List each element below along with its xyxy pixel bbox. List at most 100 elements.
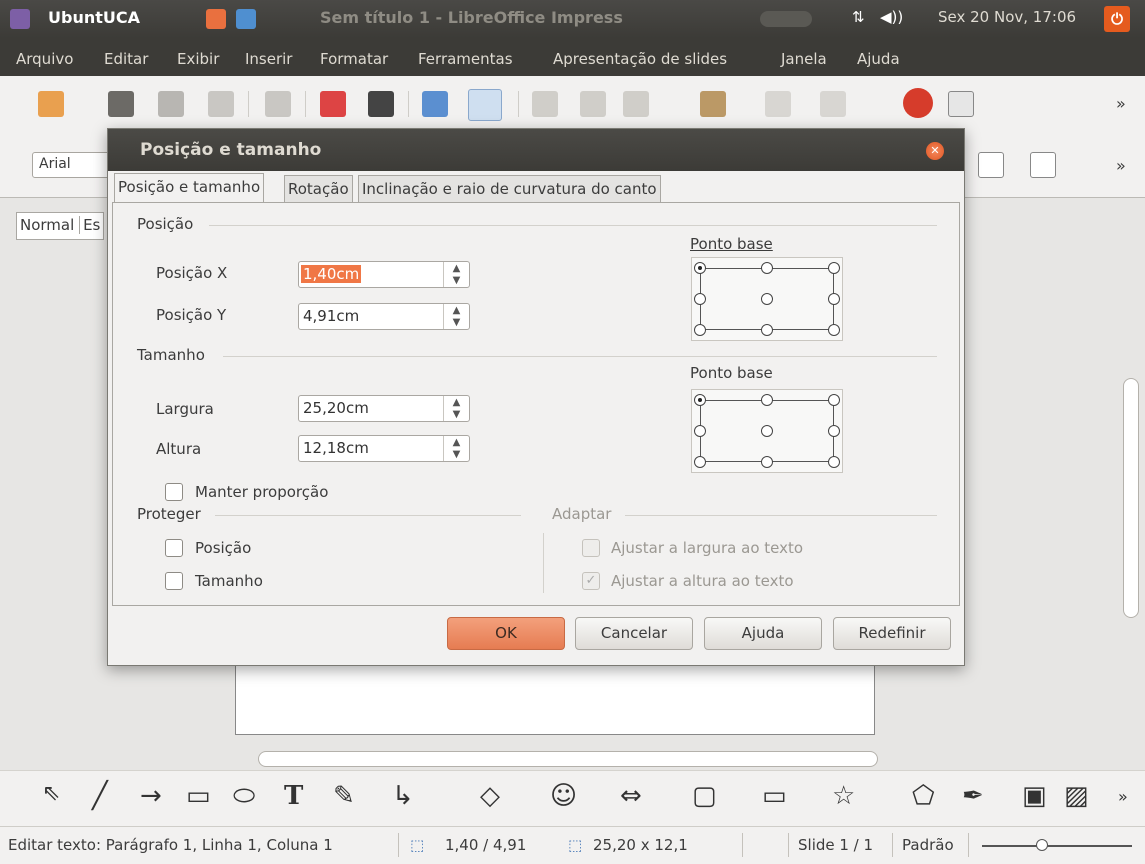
menu-editar[interactable]: Editar <box>104 50 148 68</box>
ellipse-icon[interactable]: ⬭ <box>233 781 255 812</box>
pdf-icon[interactable] <box>320 91 346 117</box>
base-point-grid-position[interactable] <box>691 257 843 341</box>
document-icon[interactable] <box>236 9 256 29</box>
block-arrows-icon[interactable]: ⇔ <box>620 781 642 811</box>
email-icon[interactable] <box>208 91 234 117</box>
copy-icon[interactable] <box>580 91 606 117</box>
point-middle-left[interactable] <box>694 293 706 305</box>
chart-icon[interactable] <box>903 88 933 118</box>
view-tab-normal[interactable]: Normal Es <box>16 212 105 240</box>
spellcheck-icon[interactable] <box>422 91 448 117</box>
menu-ajuda[interactable]: Ajuda <box>857 50 900 68</box>
network-icon[interactable]: ⇅ <box>852 8 865 26</box>
close-icon[interactable]: ✕ <box>926 142 944 160</box>
horizontal-scroll-thumb[interactable] <box>258 751 878 767</box>
font-name-box[interactable]: Arial <box>32 152 112 178</box>
cancel-button[interactable]: Cancelar <box>575 617 693 650</box>
text-icon[interactable]: T <box>284 781 303 811</box>
table-icon[interactable] <box>948 91 974 117</box>
point-bottom-left[interactable] <box>694 456 706 468</box>
edit-icon[interactable] <box>265 91 291 117</box>
point-bottom-right[interactable] <box>828 324 840 336</box>
fit-width-checkbox[interactable] <box>582 539 600 557</box>
spin-arrows-icon[interactable]: ▲ ▼ <box>443 396 469 421</box>
point-top-left[interactable] <box>694 394 706 406</box>
fit-height-checkbox[interactable]: ✓ <box>582 572 600 590</box>
point-middle-right[interactable] <box>828 425 840 437</box>
clone-format-icon[interactable] <box>700 91 726 117</box>
status-layout[interactable]: Padrão <box>902 836 954 854</box>
symbol-shapes-icon[interactable]: ☺ <box>550 781 577 811</box>
help-button[interactable]: Ajuda <box>704 617 822 650</box>
autospell-icon[interactable] <box>468 89 502 121</box>
zoom-slider-handle[interactable] <box>1036 839 1048 851</box>
paste-icon[interactable] <box>623 91 649 117</box>
menu-ferramentas[interactable]: Ferramentas <box>418 50 513 68</box>
spin-arrows-icon[interactable]: ▲ ▼ <box>443 304 469 329</box>
point-bottom-center[interactable] <box>761 324 773 336</box>
zoom-slider[interactable] <box>982 845 1132 847</box>
format-overflow-icon[interactable]: » <box>1116 156 1126 175</box>
toolbar-overflow-icon[interactable]: » <box>1116 94 1126 113</box>
base-point-grid-size[interactable] <box>691 389 843 473</box>
reset-button[interactable]: Redefinir <box>833 617 951 650</box>
cut-icon[interactable] <box>532 91 558 117</box>
protect-size-checkbox[interactable] <box>165 572 183 590</box>
point-top-left[interactable] <box>694 262 706 274</box>
height-field[interactable]: 12,18cm ▲ ▼ <box>298 435 470 462</box>
menu-apresentacao[interactable]: Apresentação de slides <box>553 50 727 68</box>
ok-button[interactable]: OK <box>447 617 565 650</box>
point-center[interactable] <box>761 293 773 305</box>
protect-position-checkbox[interactable] <box>165 539 183 557</box>
save-icon[interactable] <box>158 91 184 117</box>
tab-rotation[interactable]: Rotação <box>284 175 353 202</box>
decrease-font-icon[interactable] <box>1030 152 1056 178</box>
line-icon[interactable]: ╱ <box>92 781 108 811</box>
point-center[interactable] <box>761 425 773 437</box>
point-bottom-center[interactable] <box>761 456 773 468</box>
window-controls-icon[interactable] <box>760 11 812 27</box>
select-icon[interactable]: ⇖ <box>42 781 60 806</box>
point-bottom-left[interactable] <box>694 324 706 336</box>
menu-formatar[interactable]: Formatar <box>320 50 388 68</box>
vertical-scroll-thumb[interactable] <box>1123 378 1139 618</box>
print-icon[interactable] <box>368 91 394 117</box>
spin-arrows-icon[interactable]: ▲ ▼ <box>443 436 469 461</box>
draw-overflow-icon[interactable]: » <box>1118 787 1128 806</box>
basic-shapes-icon[interactable]: ◇ <box>480 781 500 811</box>
spin-arrows-icon[interactable]: ▲ ▼ <box>443 262 469 287</box>
arrow-line-icon[interactable]: → <box>140 781 162 811</box>
stars-icon[interactable]: ☆ <box>832 781 855 811</box>
open-icon[interactable] <box>108 91 134 117</box>
tab-position-size[interactable]: Posição e tamanho <box>114 173 265 203</box>
point-top-right[interactable] <box>828 394 840 406</box>
volume-icon[interactable]: ◀)) <box>880 8 903 26</box>
menu-inserir[interactable]: Inserir <box>245 50 292 68</box>
power-icon[interactable]: ⏻ <box>1104 6 1130 32</box>
points-icon[interactable]: ⬠ <box>912 781 935 811</box>
width-field[interactable]: 25,20cm ▲ ▼ <box>298 395 470 422</box>
glue-icon[interactable]: ✒ <box>962 781 984 811</box>
pos-y-field[interactable]: 4,91cm ▲ ▼ <box>298 303 470 330</box>
tab-slant[interactable]: Inclinação e raio de curvatura do canto <box>358 175 661 202</box>
connector-icon[interactable]: ↳ <box>392 781 414 811</box>
clock[interactable]: Sex 20 Nov, 17:06 <box>938 8 1076 26</box>
new-icon[interactable] <box>38 91 64 117</box>
flowchart-icon[interactable]: ▢ <box>692 781 717 811</box>
menu-janela[interactable]: Janela <box>781 50 827 68</box>
curve-icon[interactable]: ✎ <box>333 781 355 811</box>
impress-icon[interactable] <box>206 9 226 29</box>
redo-icon[interactable] <box>820 91 846 117</box>
point-top-center[interactable] <box>761 394 773 406</box>
undo-icon[interactable] <box>765 91 791 117</box>
increase-font-icon[interactable] <box>978 152 1004 178</box>
point-bottom-right[interactable] <box>828 456 840 468</box>
callouts-icon[interactable]: ▭ <box>762 781 787 811</box>
point-middle-left[interactable] <box>694 425 706 437</box>
point-top-right[interactable] <box>828 262 840 274</box>
menu-arquivo[interactable]: Arquivo <box>16 50 73 68</box>
fontwork-icon[interactable]: ▣ <box>1022 781 1047 811</box>
point-middle-right[interactable] <box>828 293 840 305</box>
rectangle-icon[interactable]: ▭ <box>186 781 211 811</box>
pos-x-field[interactable]: 1,40cm ▲ ▼ <box>298 261 470 288</box>
